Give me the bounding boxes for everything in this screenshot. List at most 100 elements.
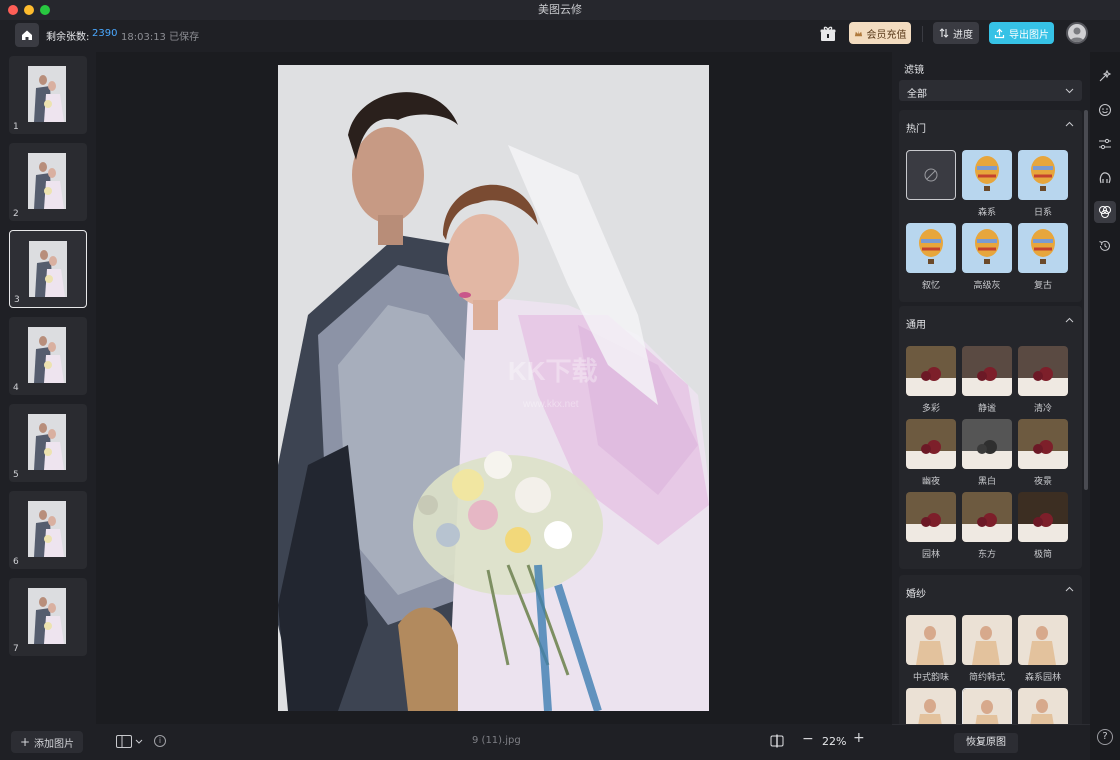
hair-icon <box>1099 172 1111 184</box>
filter-label: 幽夜 <box>921 477 940 487</box>
filter-tile[interactable] <box>962 346 1012 396</box>
thumbnail-panel: 1 2 3 4 5 6 7 + 添加图片 <box>0 52 96 760</box>
hair-tool-button[interactable] <box>1094 167 1116 189</box>
restore-original-button[interactable]: 恢复原图 <box>954 733 1018 753</box>
thumbnail-image <box>29 241 67 297</box>
filter-label: 东方 <box>977 550 996 560</box>
filter-tool-button[interactable] <box>1094 201 1116 223</box>
sliders-icon <box>1099 138 1111 150</box>
chevron-up-icon[interactable] <box>1065 586 1074 592</box>
bottom-bar: i 9 (11).jpg − 22% + <box>96 724 892 760</box>
filter-label: 极简 <box>1033 550 1052 560</box>
photo-illustration: KK下载 www.kkx.net <box>278 65 709 711</box>
filter-tile[interactable] <box>962 615 1012 665</box>
history-button[interactable] <box>1094 235 1116 257</box>
export-button[interactable]: 导出图片 <box>989 22 1054 44</box>
close-window-button[interactable] <box>8 5 18 15</box>
thumbnail-image <box>28 414 66 470</box>
filter-tile[interactable] <box>962 419 1012 469</box>
gift-button[interactable] <box>817 23 839 45</box>
thumbnail-7[interactable]: 7 <box>9 578 87 656</box>
sort-arrows-icon <box>939 28 949 38</box>
filter-tile[interactable] <box>1018 419 1068 469</box>
adjust-tool-button[interactable] <box>1094 133 1116 155</box>
chevron-down-icon <box>135 739 143 744</box>
filter-tile[interactable] <box>906 346 956 396</box>
thumbnail-6[interactable]: 6 <box>9 491 87 569</box>
face-tool-button[interactable] <box>1094 99 1116 121</box>
filter-tile[interactable] <box>962 223 1012 273</box>
user-avatar[interactable] <box>1066 22 1088 44</box>
app-title: 美图云修 <box>538 3 582 16</box>
zoom-level: 22% <box>822 735 847 748</box>
thumbnail-3[interactable]: 3 <box>9 230 87 308</box>
image-canvas[interactable]: KK下载 www.kkx.net <box>96 52 892 724</box>
info-icon[interactable]: i <box>154 735 166 747</box>
filter-tile[interactable] <box>1018 688 1068 728</box>
compare-button[interactable] <box>770 734 784 751</box>
thumbnail-number: 6 <box>13 557 19 567</box>
thumbnail-number: 7 <box>13 644 19 654</box>
minimize-window-button[interactable] <box>24 5 34 15</box>
filter-tile[interactable] <box>1018 223 1068 273</box>
filter-category-dropdown[interactable]: 全部 <box>899 80 1082 101</box>
filter-label: 多彩 <box>921 404 940 414</box>
watermark-subtext: www.kkx.net <box>522 399 579 410</box>
zoom-in-button[interactable]: + <box>853 730 865 746</box>
filter-label: 日系 <box>1033 208 1052 218</box>
progress-label: 进度 <box>953 29 973 41</box>
filter-tile[interactable] <box>962 688 1012 728</box>
dropdown-value: 全部 <box>907 89 927 100</box>
filter-tile[interactable] <box>1018 492 1068 542</box>
no-filter-tile[interactable] <box>906 150 956 200</box>
layout-toggle-button[interactable] <box>116 735 143 748</box>
thumbnail-4[interactable]: 4 <box>9 317 87 395</box>
thumbnail-image <box>28 153 66 209</box>
home-button[interactable] <box>15 23 39 47</box>
export-label: 导出图片 <box>1009 29 1049 41</box>
zoom-out-button[interactable]: − <box>802 731 814 747</box>
thumbnail-2[interactable]: 2 <box>9 143 87 221</box>
filter-tile[interactable] <box>906 223 956 273</box>
avatar-icon <box>1070 27 1084 42</box>
filter-tile[interactable] <box>962 150 1012 200</box>
thumbnail-5[interactable]: 5 <box>9 404 87 482</box>
filter-tile[interactable] <box>906 615 956 665</box>
filter-panel: 滤镜 全部 热门 森系 日系 叙忆 高级灰 复古 通用 多彩 静谧 清冷 幽夜 黑白 夜景 园林 东方 极简婚… <box>892 52 1090 760</box>
filter-tile[interactable] <box>962 492 1012 542</box>
vip-recharge-button[interactable]: 会员充值 <box>849 22 911 44</box>
section-title: 热门 <box>906 124 926 135</box>
panel-layout-icon <box>116 735 132 748</box>
add-image-button[interactable]: + 添加图片 <box>11 731 83 753</box>
magic-wand-button[interactable] <box>1094 65 1116 87</box>
filter-label: 叙忆 <box>921 281 940 291</box>
filter-tile[interactable] <box>906 492 956 542</box>
filter-tile[interactable] <box>1018 615 1068 665</box>
filter-section-2: 通用 多彩 静谧 清冷 幽夜 黑白 夜景 园林 东方 极简 <box>899 306 1082 569</box>
filter-tile[interactable] <box>906 688 956 728</box>
filter-label: 高级灰 <box>973 281 1001 291</box>
thumbnail-image <box>28 588 66 644</box>
filter-label: 森系园林 <box>1024 673 1061 683</box>
zoom-window-button[interactable] <box>40 5 50 15</box>
history-icon <box>1099 240 1110 251</box>
filter-tile[interactable] <box>1018 150 1068 200</box>
filter-section-1: 热门 森系 日系 叙忆 高级灰 复古 <box>899 110 1082 302</box>
no-filter-icon <box>924 168 938 182</box>
title-bar: 美图云修 <box>0 0 1120 20</box>
filter-tile[interactable] <box>1018 346 1068 396</box>
chevron-up-icon[interactable] <box>1065 121 1074 127</box>
remaining-label: 剩余张数: <box>46 32 90 43</box>
chevron-up-icon[interactable] <box>1065 317 1074 323</box>
filter-label: 静谧 <box>977 404 996 414</box>
vip-recharge-label: 会员充值 <box>866 29 907 41</box>
compare-icon <box>770 734 784 748</box>
thumbnail-1[interactable]: 1 <box>9 56 87 134</box>
thumbnail-image <box>28 501 66 557</box>
app-window: 美图云修 剩余张数: 2390 18:03:13 已保存 会员充值 进度 导出图… <box>0 0 1120 760</box>
filter-label: 夜景 <box>1033 477 1052 487</box>
help-icon[interactable]: ? <box>1097 729 1113 745</box>
progress-button[interactable]: 进度 <box>933 22 979 44</box>
filter-tile[interactable] <box>906 419 956 469</box>
filter-panel-scrollbar[interactable] <box>1084 110 1088 490</box>
